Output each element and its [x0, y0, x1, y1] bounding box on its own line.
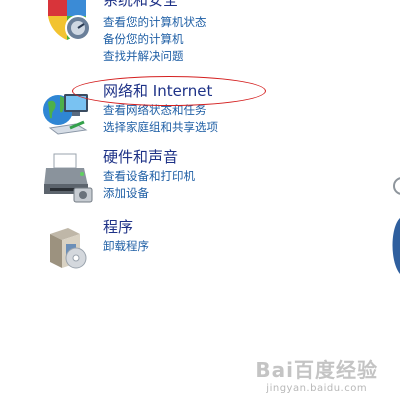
links-system: 查看您的计算机状态 备份您的计算机 查找并解决问题	[103, 14, 207, 65]
category-title-hardware[interactable]: 硬件和声音	[103, 148, 178, 166]
partial-clock-icon	[393, 177, 400, 195]
watermark: Bai百度经验 jingyan.baidu.com	[255, 354, 378, 394]
watermark-url: jingyan.baidu.com	[266, 383, 368, 394]
links-network: 查看网络状态和任务 选择家庭组和共享选项	[103, 102, 218, 136]
link-view-computer-status[interactable]: 查看您的计算机状态	[103, 14, 207, 31]
category-title-programs[interactable]: 程序	[103, 218, 133, 236]
shield-icon[interactable]	[40, 0, 94, 44]
links-hardware: 查看设备和打印机 添加设备	[103, 168, 195, 202]
links-programs: 卸载程序	[103, 238, 149, 255]
programs-box-icon[interactable]	[40, 218, 94, 272]
link-homegroup-sharing[interactable]: 选择家庭组和共享选项	[103, 119, 218, 136]
printer-icon[interactable]	[40, 150, 94, 204]
partial-globe-icon	[392, 218, 400, 274]
category-title-system[interactable]: 系统和安全	[103, 0, 178, 9]
watermark-brand: Bai百度经验	[255, 358, 378, 382]
link-backup-computer[interactable]: 备份您的计算机	[103, 31, 207, 48]
link-troubleshoot[interactable]: 查找并解决问题	[103, 48, 207, 65]
link-devices-printers[interactable]: 查看设备和打印机	[103, 168, 195, 185]
annotation-ellipse	[72, 76, 266, 106]
link-add-device[interactable]: 添加设备	[103, 185, 195, 202]
link-uninstall-program[interactable]: 卸载程序	[103, 238, 149, 255]
